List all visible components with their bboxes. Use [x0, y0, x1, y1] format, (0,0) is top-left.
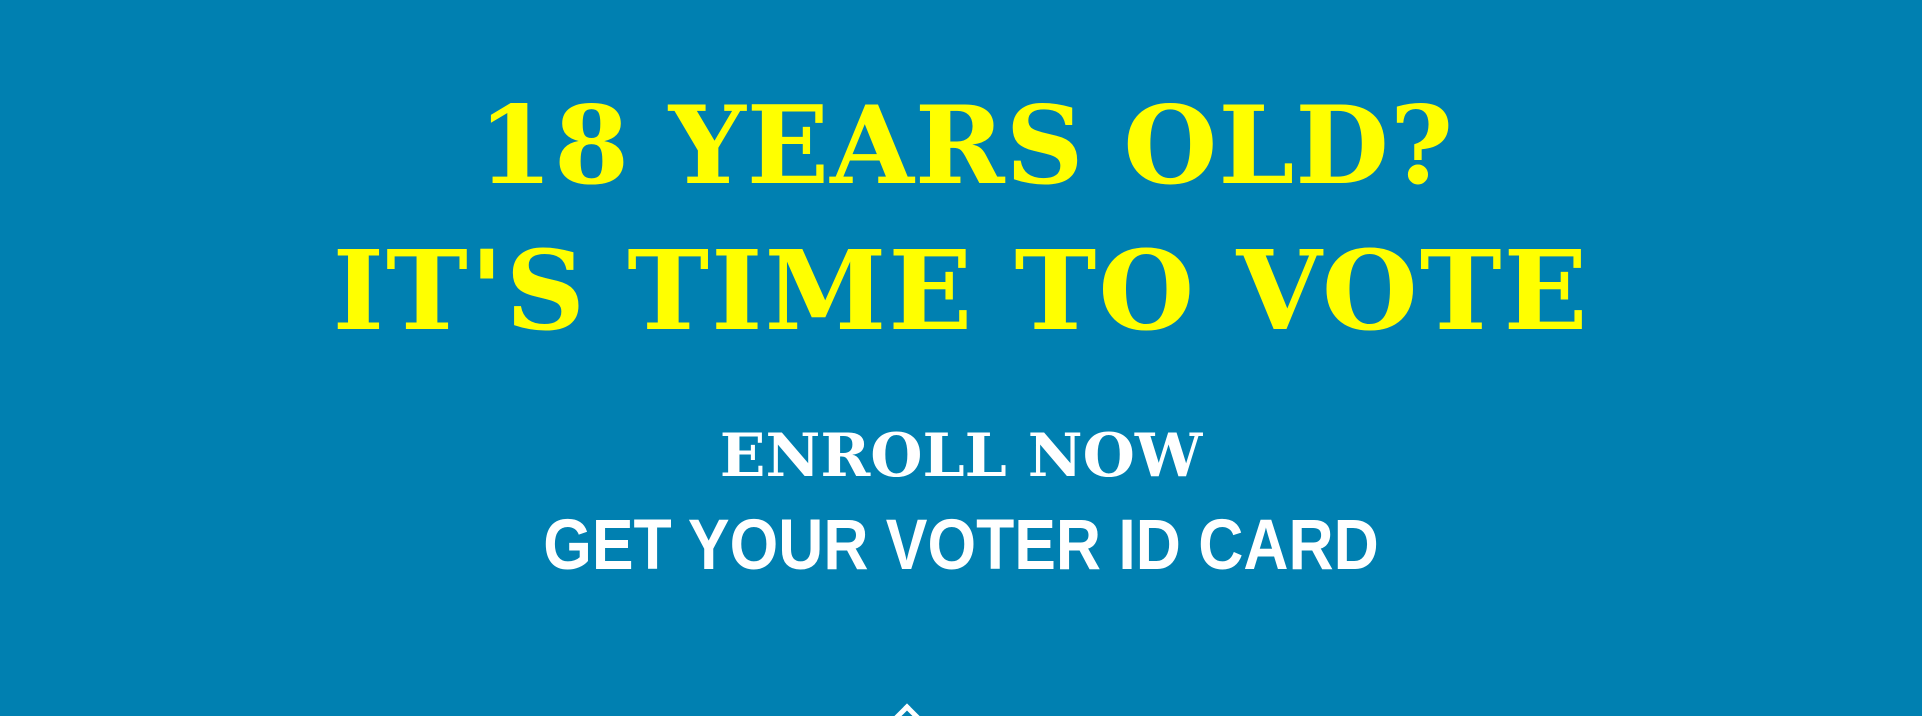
voter-id-tagline: GET YOUR VOTER ID CARD: [543, 506, 1379, 585]
headline-age-question: 18 YEARS OLD?: [477, 83, 1455, 209]
arrow-up-icon: [891, 703, 923, 716]
voter-banner: 18 YEARS OLD? IT'S TIME TO VOTE ENROLL N…: [0, 0, 1922, 716]
headline-time-to-vote: IT'S TIME TO VOTE: [332, 226, 1590, 355]
enroll-now-heading: ENROLL NOW: [719, 421, 1203, 491]
